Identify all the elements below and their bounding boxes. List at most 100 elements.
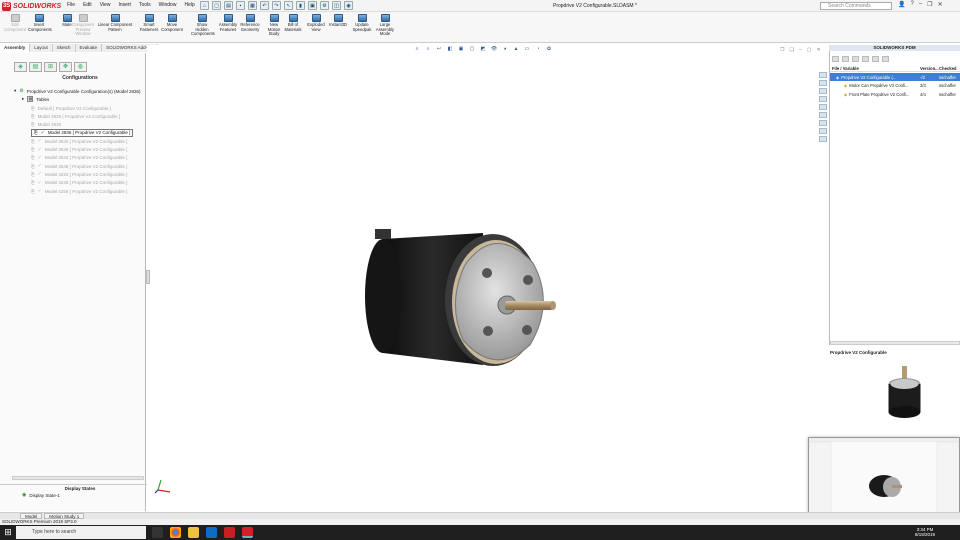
ribbon-show-hidden-components[interactable]: Show Hidden Components [191,14,215,37]
display-pane-icon[interactable]: ◔ [534,46,542,52]
realview-icon[interactable]: ✿ [545,46,553,52]
view-palette-icon[interactable] [819,96,827,102]
ribbon-large-assembly-mode[interactable]: Large Assembly Mode [374,14,396,37]
config-item[interactable]: ⎘ ✓ Model 4258 [ Propdrive V2 Configurable… [31,187,127,195]
ribbon-update-speedpak[interactable]: Update Speedpak [351,14,373,32]
rebuild-icon[interactable]: ▮ [296,1,305,10]
column-version[interactable]: Version... [920,66,939,71]
appearances-icon[interactable] [819,104,827,110]
motor-model-3d[interactable] [355,225,570,375]
forum-icon[interactable] [819,120,827,126]
viewport-minimize-icon[interactable]: – [799,47,802,53]
config-item[interactable]: ⎘ Default [ Propdrive V2 Configurable ] [31,104,111,112]
hide-show-items-icon[interactable]: 👁 [490,46,498,52]
view-settings-icon[interactable]: ▭ [523,46,531,52]
solidworks-resources-icon[interactable] [819,72,827,78]
apply-scene-icon[interactable]: ▲ [512,46,520,52]
pdm-icon[interactable] [819,128,827,134]
solidworks-logo[interactable]: 3S SOLIDWORKS [2,1,61,11]
column-checked[interactable]: Checked [939,66,960,71]
ribbon-edit-component[interactable]: Edit Component [4,14,26,32]
pdm-scrollbar[interactable] [830,341,960,345]
previous-view-icon[interactable]: ↩ [435,46,443,52]
zoom-to-area-icon[interactable]: ⌕ [424,46,432,52]
solidworks-taskbar-icon[interactable] [242,527,253,538]
config-item[interactable]: ⎘ ✓ Model 3548 [ Propdrive V2 Configurable… [31,162,127,170]
view-orientation-icon[interactable]: ▢ [468,46,476,52]
undo-check-out-icon[interactable] [852,56,859,62]
property-manager-icon[interactable]: ▤ [29,62,42,72]
task-view-icon[interactable] [152,527,163,538]
open-folder-icon[interactable]: ▤ [224,1,233,10]
save-icon[interactable]: ▪ [236,1,245,10]
panel-scrollbar[interactable] [12,476,144,480]
print-icon[interactable]: ▦ [248,1,257,10]
outlook-icon[interactable] [206,527,217,538]
file-explorer-taskbar-icon[interactable] [188,527,199,538]
column-file-variable[interactable]: File / Variable [830,66,920,71]
viewport-tile-icon[interactable]: ❏ [789,47,793,53]
config-item[interactable]: ⎘ Model 2826 [ Propdrive V2 Configurable … [31,112,120,120]
dynamic-annotation-icon[interactable]: ▣ [457,46,465,52]
file-explorer-icon[interactable] [819,88,827,94]
render-icon[interactable]: ◉ [344,1,353,10]
config-item[interactable]: ⎘ Model 2830 [31,121,61,129]
home-icon[interactable]: ⌂ [200,1,209,10]
panel-collapse-handle[interactable] [146,270,150,284]
config-root[interactable]: ▾ ⚙ Propdrive V2 Configurable Configuratio… [14,87,141,95]
viewport-close-icon[interactable]: ✕ [816,47,820,53]
refresh-icon[interactable] [882,56,889,62]
design-library-icon[interactable] [819,80,827,86]
close-icon[interactable]: ✕ [938,1,943,8]
config-item[interactable]: ⎘ ✓ Model 3536 [ Propdrive V2 Configurable… [31,146,127,154]
pdm-file-row[interactable]: ◈ Front Plate Propdrive V2 Confi... 4/4 ssc… [830,90,960,98]
menu-view[interactable]: View [100,2,111,8]
options-icon[interactable]: ⚙ [320,1,329,10]
configuration-manager-icon[interactable]: ⊞ [44,62,57,72]
ribbon-smart-fasteners[interactable]: Smart Fasteners [138,14,160,32]
chrome-icon[interactable] [170,527,181,538]
zoom-to-fit-icon[interactable]: ⌕ [413,46,421,52]
taskbar-search-box[interactable]: Type here to search [16,526,146,539]
ribbon-instant3d[interactable]: Instant3D [327,14,349,28]
config-item[interactable]: ⎘ ✓ Model 3530 [ Propdrive V2 Configurable… [31,137,127,145]
tab-layout[interactable]: Layout [30,44,53,52]
file-properties-icon[interactable]: ▣ [308,1,317,10]
config-item[interactable]: ⎘ ✓ Model 3542 [ Propdrive V2 Configurable… [31,154,127,162]
expand-icon[interactable]: ▾ [14,88,16,94]
expand-icon[interactable]: ▸ [22,96,24,102]
menu-edit[interactable]: Edit [83,2,92,8]
display-manager-icon[interactable]: ◍ [74,62,87,72]
pdf-reader-icon[interactable] [224,527,235,538]
ribbon-exploded-view[interactable]: Exploded View [305,14,327,32]
check-out-icon[interactable] [842,56,849,62]
check-in-icon[interactable] [832,56,839,62]
config-item[interactable]: ⎘ ✓ Model 4220 [ Propdrive V2 Configurable… [31,170,127,178]
pdm-file-row[interactable]: ◈ Motor Can Propdrive V2 Confi... 3/3 sscha… [830,82,960,90]
ribbon-reference-geometry[interactable]: Reference Geometry [239,14,261,32]
feature-manager-icon[interactable]: ◈ [14,62,27,72]
get-latest-icon[interactable] [862,56,869,62]
tables-node[interactable]: ▸ ▦ Tables [22,95,49,103]
tab-evaluate[interactable]: Evaluate [75,44,103,52]
custom-properties-icon[interactable] [819,112,827,118]
config-item[interactable]: ⎘ ✓ Model 2836 [ Propdrive V2 Configurable… [31,128,134,137]
undo-icon[interactable]: ↶ [260,1,269,10]
tab-assembly[interactable]: Assembly [0,44,31,52]
display-state-item[interactable]: ◉ Display State-1 [22,492,60,498]
ribbon-insert-components[interactable]: Insert Components [28,14,52,32]
windows-start-icon[interactable]: ⊞ [0,525,16,540]
select-icon[interactable]: ↖ [284,1,293,10]
restore-icon[interactable]: ❐ [927,1,932,8]
menu-window[interactable]: Window [159,2,177,8]
dimxpert-icon[interactable]: ✥ [59,62,72,72]
new-document-icon[interactable]: ▢ [212,1,221,10]
view-display-icon[interactable]: ◫ [332,1,341,10]
user-icon[interactable]: 👤 [898,1,905,8]
tab-sketch[interactable]: Sketch [52,44,76,52]
mycad-icon[interactable] [819,136,827,142]
menu-insert[interactable]: Insert [118,2,131,8]
ribbon-move-component[interactable]: Move Component [161,14,183,32]
ribbon-component-preview-window[interactable]: Component Preview Window [72,14,94,37]
redo-icon[interactable]: ↷ [272,1,281,10]
